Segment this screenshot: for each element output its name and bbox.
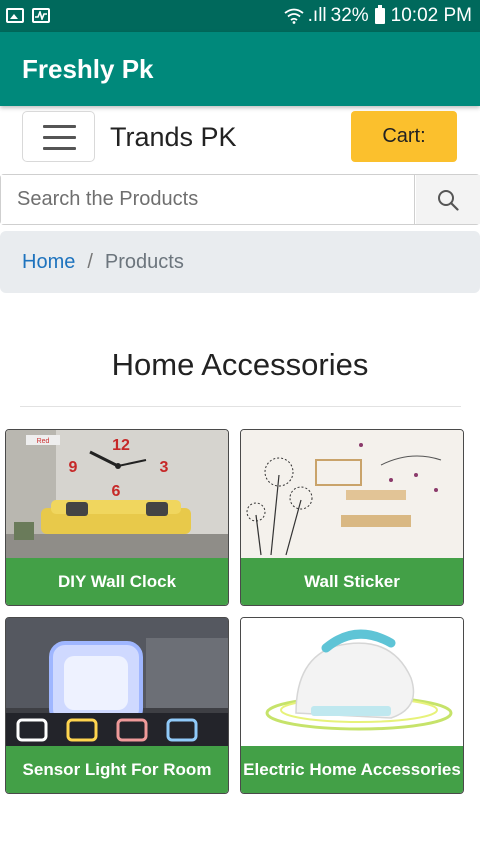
battery-percent: 32% — [330, 5, 369, 26]
product-image — [241, 430, 463, 558]
svg-text:9: 9 — [69, 459, 78, 476]
svg-text:12: 12 — [112, 437, 130, 454]
product-image: Red 12 9 3 6 — [6, 430, 228, 558]
search-button[interactable] — [416, 175, 480, 224]
search-icon — [438, 189, 459, 211]
menu-icon-bar — [43, 147, 76, 150]
svg-text:3: 3 — [160, 459, 169, 476]
product-image — [6, 618, 228, 746]
signal-indicator: .ıll — [307, 5, 327, 26]
clock: 10:02 PM — [390, 5, 472, 26]
site-navbar: Trands PK Cart: — [0, 108, 480, 170]
breadcrumb-current: Products — [104, 250, 184, 273]
product-card[interactable]: Red 12 9 3 6 DIY Wall Clock — [5, 429, 229, 606]
breadcrumb: Home / Products — [0, 231, 480, 293]
product-image — [241, 618, 463, 746]
battery-icon — [374, 5, 385, 24]
product-card[interactable]: Wall Sticker — [240, 429, 464, 606]
menu-icon — [43, 125, 76, 128]
svg-text:Red: Red — [37, 438, 50, 445]
cart-button[interactable]: Cart: — [351, 111, 457, 162]
breadcrumb-home-link[interactable]: Home — [22, 251, 75, 274]
search-input[interactable] — [1, 175, 415, 224]
svg-text:6: 6 — [112, 483, 121, 500]
activity-icon — [32, 8, 50, 23]
menu-icon-bar — [43, 136, 76, 139]
product-name[interactable]: Sensor Light For Room — [6, 746, 228, 793]
section-divider — [20, 406, 461, 407]
breadcrumb-separator: / — [87, 250, 93, 273]
brand-name[interactable]: Trands PK — [110, 122, 237, 153]
section-title: Home Accessories — [111, 347, 369, 382]
wifi-icon — [284, 8, 304, 24]
product-card[interactable]: Sensor Light For Room — [5, 617, 229, 794]
image-icon — [6, 8, 24, 23]
search-bar — [0, 174, 480, 225]
menu-toggle-button[interactable] — [22, 111, 95, 162]
app-bar: Freshly Pk — [0, 32, 480, 106]
product-name[interactable]: Electric Home Accessories — [241, 746, 463, 793]
product-name[interactable]: DIY Wall Clock — [6, 558, 228, 605]
status-bar: .ıll 32% 10:02 PM — [0, 0, 480, 32]
app-title: Freshly Pk — [22, 54, 154, 84]
product-card[interactable]: Electric Home Accessories — [240, 617, 464, 794]
product-name[interactable]: Wall Sticker — [241, 558, 463, 605]
